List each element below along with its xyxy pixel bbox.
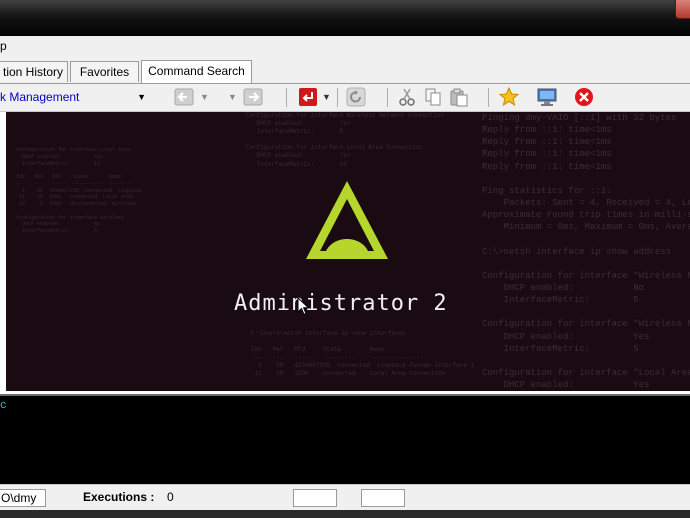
paste-icon[interactable] (449, 87, 469, 107)
category-select[interactable]: k Management ▼ (0, 87, 150, 107)
tab-favorites[interactable]: Favorites (70, 61, 139, 82)
star-icon[interactable] (499, 87, 519, 107)
toolbar-separator (488, 88, 489, 107)
menubar: p (0, 36, 690, 59)
console-prompt: c (0, 400, 7, 412)
status-field-2 (361, 489, 405, 507)
enter-dropdown-icon[interactable]: ▼ (322, 87, 331, 107)
background-console-texture-left: Configuration for interface Local Area D… (16, 147, 143, 234)
console-output[interactable]: c (0, 394, 690, 484)
forward-icon[interactable] (243, 87, 263, 107)
tab-command-search[interactable]: Command Search (141, 60, 252, 83)
splash-title: Administrator 2 (234, 291, 448, 316)
browser-view[interactable]: Configuration for interface Local Area D… (6, 112, 690, 391)
executions-count: 0 (167, 489, 183, 507)
chevron-down-icon[interactable]: ▼ (137, 87, 146, 107)
refresh-icon[interactable] (346, 87, 366, 107)
toolbar-separator (286, 88, 287, 107)
background-console-texture-right: Pinging dmy-VAIO [::1] with 32 bytes Rep… (482, 113, 690, 391)
tab-strip: tion History Favorites Command Search (0, 58, 690, 84)
window-close-button[interactable] (675, 0, 690, 19)
status-bar: O\dmy Executions : 0 (0, 484, 690, 511)
toolbar: k Management ▼ ▼ ▼ ▼ (0, 84, 690, 112)
background-console-texture-bottom: C:\Users\netsh interface ip show interfa… (251, 330, 475, 378)
toolbar-separator (337, 88, 338, 107)
window-bottom-border (0, 510, 690, 518)
back-icon[interactable] (174, 87, 194, 107)
status-field-1 (293, 489, 337, 507)
back-dropdown-icon[interactable]: ▼ (200, 87, 209, 107)
administrator-logo-icon (306, 181, 388, 259)
close-icon[interactable] (574, 87, 594, 107)
cut-icon[interactable] (397, 87, 417, 107)
menu-item-help[interactable]: p (0, 39, 7, 53)
forward-dropdown-icon[interactable]: ▼ (228, 87, 237, 107)
copy-icon[interactable] (423, 87, 443, 107)
window-titlebar[interactable] (0, 0, 690, 36)
background-console-texture-center: Configuration for interface Wireless Net… (246, 112, 445, 168)
mouse-cursor-icon (297, 297, 310, 316)
monitor-icon[interactable] (537, 87, 557, 107)
tab-execution-history[interactable]: tion History (0, 61, 68, 82)
executions-label: Executions : (80, 489, 181, 507)
category-select-value: k Management (0, 90, 80, 104)
enter-icon[interactable] (298, 87, 318, 107)
titlebar-reflection (0, 0, 690, 14)
toolbar-separator (387, 88, 388, 107)
current-path: O\dmy (0, 489, 46, 507)
